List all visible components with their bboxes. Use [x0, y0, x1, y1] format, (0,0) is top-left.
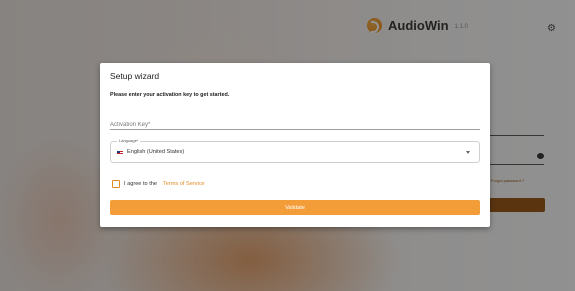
- language-label: Language*: [117, 138, 141, 143]
- language-select[interactable]: Language* English (United States): [110, 138, 480, 163]
- terms-of-service-link[interactable]: Terms of Service: [163, 181, 205, 187]
- terms-checkbox[interactable]: [112, 180, 120, 188]
- dropdown-caret-icon[interactable]: [466, 151, 470, 154]
- dialog-instructions: Please enter your activation key to get …: [110, 92, 230, 98]
- terms-agreement: I agree to the Terms of Service: [112, 180, 205, 188]
- activation-key-input[interactable]: [110, 119, 480, 128]
- validate-button[interactable]: Validate: [110, 200, 480, 215]
- activation-key-field[interactable]: [110, 113, 480, 130]
- terms-text: I agree to the: [124, 181, 157, 187]
- dialog-title: Setup wizard: [110, 71, 160, 81]
- language-value: English (United States): [127, 149, 185, 155]
- setup-wizard-dialog: Setup wizard Please enter your activatio…: [100, 63, 490, 227]
- us-flag-icon: [117, 151, 123, 155]
